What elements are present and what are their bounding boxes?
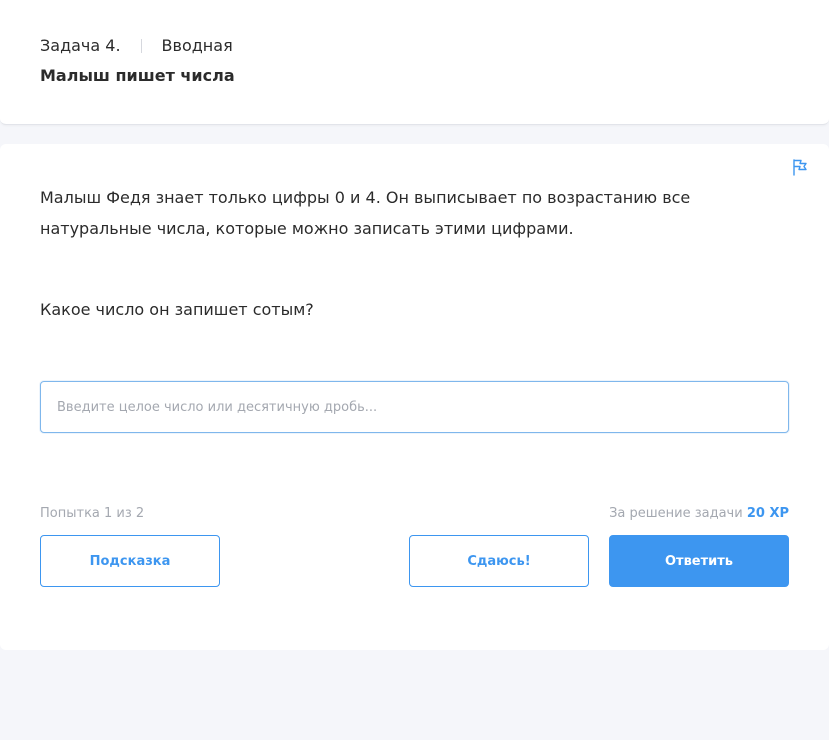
give-up-button[interactable]: Сдаюсь! — [409, 535, 589, 587]
task-question: Какое число он запишет сотым? — [40, 300, 314, 319]
task-header: Задача 4. Вводная Малыш пишет числа — [0, 0, 829, 125]
meta-divider — [140, 38, 142, 53]
task-statement: Малыш Федя знает только цифры 0 и 4. Он … — [40, 188, 691, 238]
answer-input[interactable] — [40, 381, 789, 433]
hint-button[interactable]: Подсказка — [40, 535, 220, 587]
reward-label: За решение задачи — [609, 506, 743, 521]
task-title: Малыш пишет числа — [40, 66, 235, 85]
task-category: Вводная — [161, 36, 233, 55]
task-card: Малыш Федя знает только цифры 0 и 4. Он … — [0, 144, 829, 650]
attempt-counter: Попытка 1 из 2 — [40, 506, 145, 521]
task-meta: Задача 4. Вводная — [40, 36, 233, 55]
reward-info: За решение задачи 20 XP — [609, 506, 789, 521]
flag-icon[interactable] — [791, 158, 809, 176]
submit-button[interactable]: Ответить — [609, 535, 789, 587]
task-number: Задача 4. — [40, 36, 121, 55]
reward-xp: 20 XP — [746, 506, 789, 521]
